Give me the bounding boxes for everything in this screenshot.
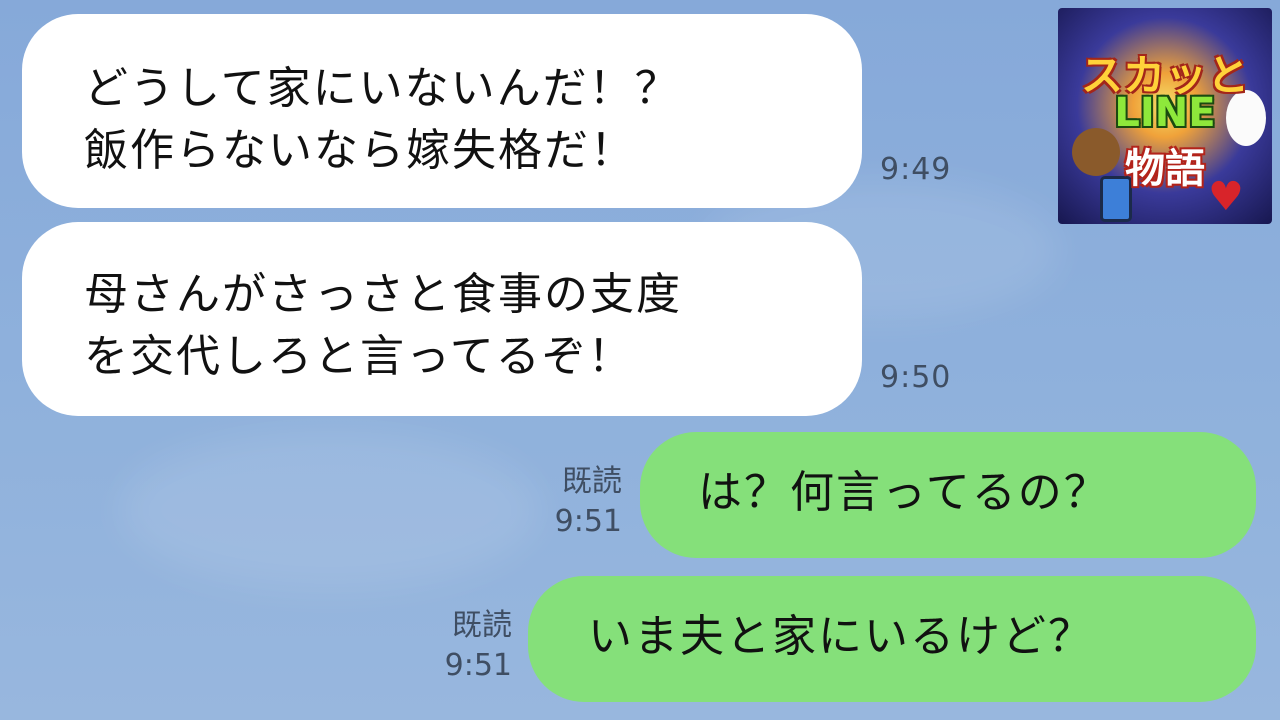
channel-logo: ♥ スカッと LINE 物語 <box>1058 8 1272 224</box>
message-bubble-incoming[interactable]: どうして家にいないんだ！？ 飯作らないなら嫁失格だ！ <box>22 14 862 208</box>
message-text: は？何言ってるの？ <box>698 467 1110 518</box>
message-text-line: 母さんがさっさと食事の支度 <box>84 269 682 320</box>
message-text-line: どうして家にいないんだ！？ <box>84 63 681 114</box>
read-label: 既読 <box>562 464 622 499</box>
message-read-status: 既読 9:51 <box>420 606 512 686</box>
message-timestamp: 9:49 <box>880 152 952 187</box>
logo-text-line: 物語 <box>1125 146 1205 192</box>
message-bubble-incoming[interactable]: 母さんがさっさと食事の支度 を交代しろと言ってるぞ！ <box>22 222 862 416</box>
message-read-status: 既読 9:51 <box>530 462 622 542</box>
background-cloud <box>120 430 540 590</box>
read-label: 既読 <box>452 608 512 643</box>
message-timestamp: 9:50 <box>880 360 952 395</box>
message-text-line: を交代しろと言ってるぞ！ <box>84 331 634 382</box>
message-bubble-outgoing[interactable]: は？何言ってるの？ <box>640 432 1256 558</box>
message-text: いま夫と家にいるけど？ <box>588 611 1094 662</box>
message-timestamp: 9:51 <box>554 504 622 539</box>
message-bubble-outgoing[interactable]: いま夫と家にいるけど？ <box>528 576 1256 702</box>
message-text-line: 飯作らないなら嫁失格だ！ <box>84 125 636 176</box>
message-timestamp: 9:51 <box>444 648 512 683</box>
logo-text-line: LINE <box>1114 90 1216 136</box>
